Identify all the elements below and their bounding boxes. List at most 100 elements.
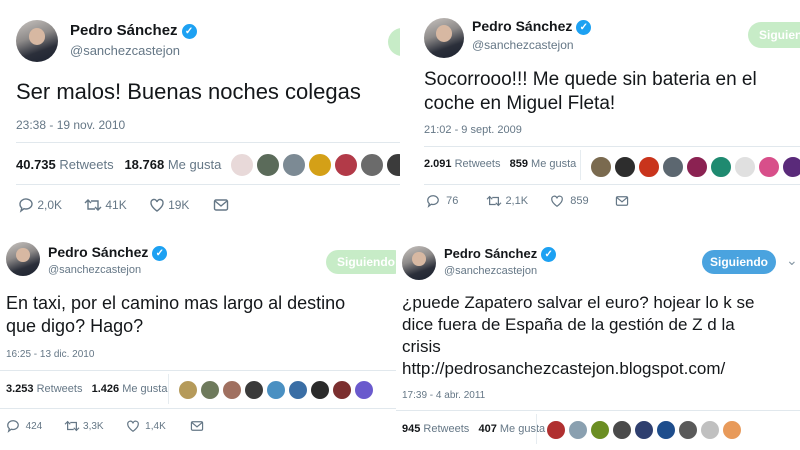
likes-stat[interactable]: 1.426 Me gusta	[92, 383, 168, 395]
like-action[interactable]: 1,4K	[126, 419, 166, 433]
liker-avatar[interactable]	[178, 380, 198, 400]
liker-avatar[interactable]	[590, 420, 610, 440]
retweets-label: Retweets	[36, 383, 83, 395]
liker-avatar[interactable]	[634, 420, 654, 440]
liker-avatar[interactable]	[734, 156, 756, 178]
liker-avatar[interactable]	[288, 380, 308, 400]
divider	[0, 408, 400, 409]
message-action[interactable]	[190, 420, 204, 432]
author-name[interactable]: Pedro Sánchez ✓	[48, 244, 168, 261]
avatar[interactable]	[402, 246, 436, 280]
tweet-stats: 3.253 Retweets 1.426 Me gusta	[6, 383, 167, 395]
liker-avatar[interactable]	[758, 156, 780, 178]
liker-avatar[interactable]	[310, 380, 330, 400]
tweet-text: ¿puede Zapatero salvar el euro? hojear l…	[402, 292, 754, 380]
avatar[interactable]	[16, 20, 58, 62]
like-count: 19K	[168, 198, 190, 212]
liker-avatar[interactable]	[360, 153, 384, 177]
tweet-timestamp[interactable]: 17:39 - 4 abr. 2011	[402, 390, 485, 401]
reply-count: 76	[446, 195, 459, 207]
liker-avatar[interactable]	[700, 420, 720, 440]
liker-avatar[interactable]	[334, 153, 358, 177]
tweet-timestamp[interactable]: 23:38 - 19 nov. 2010	[16, 118, 125, 132]
author-name-text: Pedro Sánchez	[444, 246, 538, 261]
liker-avatar[interactable]	[308, 153, 332, 177]
tweet-card-1: Pedro Sánchez ✓ @sanchezcastejon Ser malo…	[0, 0, 400, 232]
reply-action[interactable]: 2,0K	[18, 197, 62, 213]
avatar[interactable]	[6, 242, 40, 276]
author-name[interactable]: Pedro Sánchez ✓	[472, 18, 592, 35]
author-handle[interactable]: @sanchezcastejon	[444, 265, 537, 277]
liker-avatar[interactable]	[200, 380, 220, 400]
chevron-down-icon[interactable]: ⌄	[786, 252, 798, 269]
author-name[interactable]: Pedro Sánchez ✓	[70, 22, 197, 39]
following-button[interactable]: Siguiendo	[326, 250, 400, 274]
liker-avatar[interactable]	[614, 156, 636, 178]
liker-avatar[interactable]	[710, 156, 732, 178]
retweets-stat[interactable]: 3.253 Retweets	[6, 383, 82, 395]
verified-badge-icon: ✓	[576, 20, 592, 35]
retweet-action[interactable]: 3,3K	[64, 419, 104, 433]
tweet-link[interactable]: http://pedrosanchezcastejon.blogspot.com…	[402, 358, 754, 380]
following-button[interactable]: Siguiendo	[702, 250, 776, 274]
liker-avatar[interactable]	[638, 156, 660, 178]
retweet-icon	[84, 199, 102, 211]
retweet-count: 3,3K	[83, 420, 104, 432]
liker-avatar[interactable]	[266, 380, 286, 400]
tweet-timestamp[interactable]: 16:25 - 13 dic. 2010	[6, 349, 94, 360]
tweet-text-line: Socorrooo!!! Me quede sin bateria en el	[424, 69, 757, 90]
avatar[interactable]	[424, 18, 464, 58]
likes-stat[interactable]: 18.768 Me gusta	[124, 157, 221, 172]
likes-stat[interactable]: 859 Me gusta	[510, 158, 577, 170]
likes-label: Me gusta	[499, 423, 546, 435]
message-action[interactable]	[213, 198, 229, 212]
retweet-count: 41K	[105, 198, 127, 212]
liker-avatar[interactable]	[386, 153, 400, 177]
author-name-text: Pedro Sánchez	[472, 18, 573, 34]
liker-avatar[interactable]	[686, 156, 708, 178]
author-handle[interactable]: @sanchezcastejon	[472, 38, 574, 52]
like-action[interactable]: 19K	[149, 197, 190, 213]
liker-avatar[interactable]	[662, 156, 684, 178]
liker-avatar[interactable]	[590, 156, 612, 178]
likes-count: 859	[509, 158, 528, 170]
author-handle[interactable]: @sanchezcastejon	[48, 264, 141, 276]
reply-count: 424	[25, 420, 43, 432]
follow-button[interactable]	[388, 28, 400, 56]
liker-avatar[interactable]	[722, 420, 742, 440]
liker-avatar[interactable]	[568, 420, 588, 440]
author-name[interactable]: Pedro Sánchez ✓	[444, 246, 557, 262]
author-handle[interactable]: @sanchezcastejon	[70, 43, 180, 58]
retweet-action[interactable]: 41K	[84, 197, 127, 213]
liker-avatar[interactable]	[230, 153, 254, 177]
liker-avatar[interactable]	[612, 420, 632, 440]
tweet-text: Ser malos! Buenas noches colegas	[16, 78, 361, 106]
liker-avatar[interactable]	[244, 380, 264, 400]
retweets-stat[interactable]: 2.091 Retweets	[424, 158, 500, 170]
liker-avatar[interactable]	[782, 156, 800, 178]
following-button[interactable]: Siguiendo	[748, 22, 800, 48]
liker-avatar[interactable]	[678, 420, 698, 440]
retweet-action[interactable]: 2,1K	[486, 194, 528, 208]
liker-avatar[interactable]	[656, 420, 676, 440]
reply-action[interactable]: 76	[426, 194, 458, 208]
retweets-count: 40.735	[16, 157, 56, 172]
tweet-timestamp[interactable]: 21:02 - 9 sept. 2009	[424, 124, 522, 136]
liker-avatar[interactable]	[546, 420, 566, 440]
reply-icon	[19, 198, 33, 213]
liker-avatar[interactable]	[282, 153, 306, 177]
retweets-count: 2.091	[424, 158, 452, 170]
tweet-text: Socorrooo!!! Me quede sin bateria en el …	[424, 68, 757, 116]
message-action[interactable]	[615, 195, 629, 207]
reply-action[interactable]: 424	[6, 419, 42, 433]
retweets-stat[interactable]: 945 Retweets	[402, 423, 469, 435]
retweets-stat[interactable]: 40.735 Retweets	[16, 157, 114, 172]
tweet-text-line: coche en Miguel Fleta!	[424, 92, 616, 114]
like-action[interactable]: 859	[550, 194, 589, 208]
liker-avatar[interactable]	[332, 380, 352, 400]
liker-avatar[interactable]	[222, 380, 242, 400]
tweet-text-line: crisis	[402, 337, 441, 356]
liker-avatar[interactable]	[256, 153, 280, 177]
tweet-text-line: que digo? Hago?	[6, 315, 144, 336]
liker-avatar[interactable]	[354, 380, 374, 400]
